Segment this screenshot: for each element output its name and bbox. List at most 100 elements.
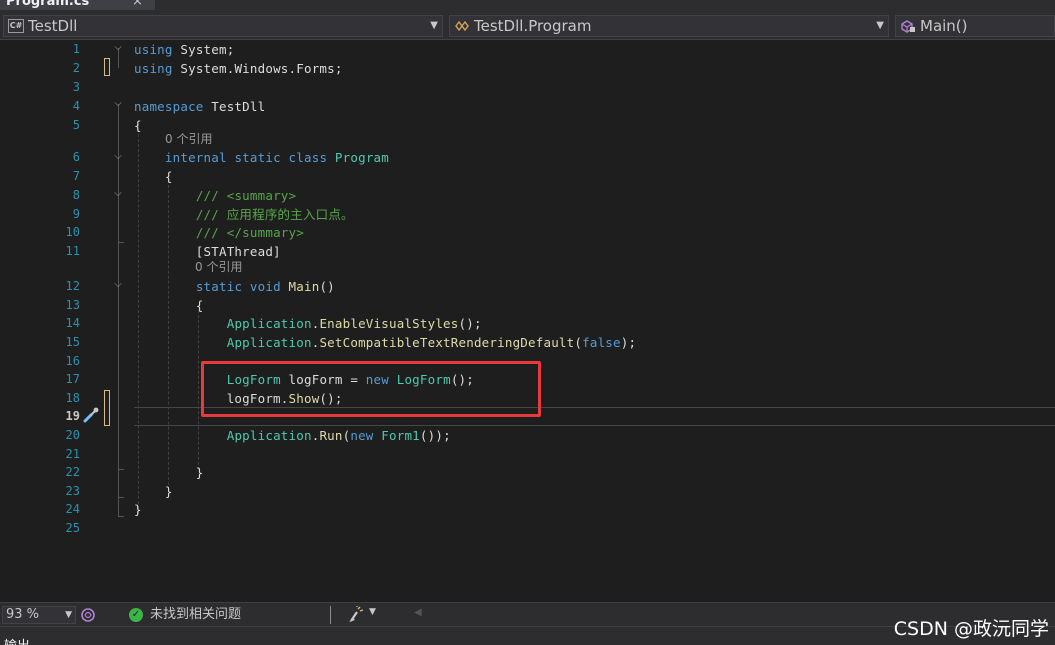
line-code[interactable]: /// <summary> <box>134 186 296 205</box>
issues-status[interactable]: 未找到相关问题 <box>150 606 241 624</box>
chevron-down-icon: ▼ <box>65 610 72 620</box>
line-code[interactable]: } <box>134 482 173 501</box>
codelens-method-refs[interactable]: 0 个引用 <box>195 259 242 275</box>
code-token: Application <box>226 428 312 443</box>
code-token: ( <box>574 335 583 350</box>
codelens-class-refs[interactable]: 0 个引用 <box>165 131 212 147</box>
code-token: namespace <box>134 99 204 114</box>
code-line[interactable]: 1 using System; <box>0 40 1055 59</box>
code-line[interactable]: 15 Application.SetCompatibleTextRenderin… <box>0 333 1055 352</box>
line-code[interactable]: using System; <box>134 40 234 59</box>
project-dropdown[interactable]: C# TestDll ▼ <box>3 15 443 37</box>
tab-close-icon[interactable]: × <box>132 0 143 10</box>
code-cleanup-icon[interactable] <box>347 606 365 624</box>
line-code[interactable]: { <box>134 296 204 315</box>
code-line[interactable]: 24} <box>0 500 1055 519</box>
line-code[interactable]: internal static class Program <box>134 148 389 167</box>
tab-program-cs[interactable]: Program.cs × <box>0 0 155 10</box>
code-line[interactable]: 12 static void Main() <box>0 277 1055 296</box>
member-dropdown-label: Main() <box>920 17 968 35</box>
chevron-down-icon[interactable]: ▼ <box>369 607 376 617</box>
line-code[interactable]: namespace TestDll <box>134 97 265 116</box>
line-number: 7 <box>72 169 80 183</box>
code-line[interactable]: 10 /// </summary> <box>0 223 1055 242</box>
line-code[interactable]: static void Main() <box>134 277 335 296</box>
line-code[interactable]: /// 应用程序的主入口点。 <box>134 205 354 224</box>
line-number: 20 <box>65 428 80 442</box>
line-code[interactable]: Application.EnableVisualStyles(); <box>134 314 482 333</box>
code-token: { <box>134 298 204 313</box>
zoom-dropdown[interactable]: 93 % ▼ <box>2 606 76 624</box>
csharp-project-icon: C# <box>8 19 24 33</box>
line-number: 15 <box>65 335 80 349</box>
code-token: /// </summary> <box>195 225 304 240</box>
code-token: [STAThread] <box>134 244 281 259</box>
line-number: 13 <box>65 298 80 312</box>
check-circle-icon: ✓ <box>129 608 143 622</box>
line-number: 9 <box>72 207 80 221</box>
intellicode-icon[interactable] <box>80 607 96 623</box>
code-line[interactable]: 3 <box>0 78 1055 97</box>
code-token: static <box>234 150 281 165</box>
code-token: ()); <box>419 428 451 443</box>
output-panel-title[interactable]: 输出 <box>4 635 30 645</box>
code-token: Form1 <box>381 428 420 443</box>
code-token: } <box>134 484 173 499</box>
line-code[interactable]: } <box>134 500 142 519</box>
line-code[interactable]: Application.Run(new Form1()); <box>134 426 451 445</box>
code-line[interactable]: 9 /// 应用程序的主入口点。 <box>0 205 1055 224</box>
line-number: 1 <box>72 42 80 56</box>
project-dropdown-label: TestDll <box>28 17 78 35</box>
line-number: 19 <box>65 409 80 423</box>
quick-actions-icon[interactable] <box>82 406 100 424</box>
code-line[interactable]: 22 } <box>0 463 1055 482</box>
code-token: Main <box>288 279 320 294</box>
codelens-class[interactable]: 0 个引用 <box>0 131 400 147</box>
line-number: 8 <box>72 188 80 202</box>
code-line[interactable]: 21 <box>0 445 1055 464</box>
code-token: static <box>195 279 243 294</box>
code-line[interactable]: 8 /// <summary> <box>0 186 1055 205</box>
line-code[interactable]: /// </summary> <box>134 223 304 242</box>
code-line[interactable]: 2 using System.Windows.Forms; <box>0 59 1055 78</box>
code-token: (); <box>458 316 482 331</box>
code-token: Program <box>334 150 390 165</box>
code-line[interactable]: 23 } <box>0 482 1055 501</box>
line-number: 12 <box>65 279 80 293</box>
code-token: Application <box>226 335 312 350</box>
line-number: 3 <box>72 80 80 94</box>
type-dropdown[interactable]: TestDll.Program ▼ <box>449 15 889 37</box>
type-dropdown-label: TestDll.Program <box>474 17 592 35</box>
code-editor[interactable]: ⌵ ⌵ ⌵ ⌵ ⌵ 1 using System; 2 using System.Wi… <box>0 40 1055 602</box>
code-line[interactable]: 20 Application.Run(new Form1()); <box>0 426 1055 445</box>
codelens-method[interactable]: 0 个引用 <box>0 259 400 275</box>
line-code[interactable]: } <box>134 463 204 482</box>
method-icon <box>901 20 915 33</box>
line-number: 10 <box>65 225 80 239</box>
code-line[interactable]: 13 { <box>0 296 1055 315</box>
chevron-down-icon: ▼ <box>876 20 884 31</box>
tab-title: Program.cs <box>6 0 90 9</box>
member-dropdown[interactable]: Main() <box>895 15 1055 37</box>
code-line[interactable]: 4 namespace TestDll <box>0 97 1055 116</box>
class-icon <box>455 20 469 32</box>
code-token: using <box>134 61 173 76</box>
code-token: Run <box>319 428 343 443</box>
code-line[interactable]: 14 Application.EnableVisualStyles(); <box>0 314 1055 333</box>
line-code[interactable]: using System.Windows.Forms; <box>134 59 343 78</box>
line-number: 17 <box>65 372 80 386</box>
document-tab-strip: Program.cs × <box>0 0 1055 12</box>
zoom-value: 93 % <box>6 607 40 622</box>
code-line[interactable]: 6 internal static class Program <box>0 148 1055 167</box>
line-code[interactable]: Application.SetCompatibleTextRenderingDe… <box>134 333 636 352</box>
code-line[interactable]: 25 <box>0 519 1055 538</box>
code-token: /// 应用程序的主入口点。 <box>195 207 354 222</box>
line-code[interactable]: { <box>134 167 173 186</box>
scroll-left-icon[interactable]: ◀ <box>414 607 422 618</box>
code-line[interactable]: 7 { <box>0 167 1055 186</box>
